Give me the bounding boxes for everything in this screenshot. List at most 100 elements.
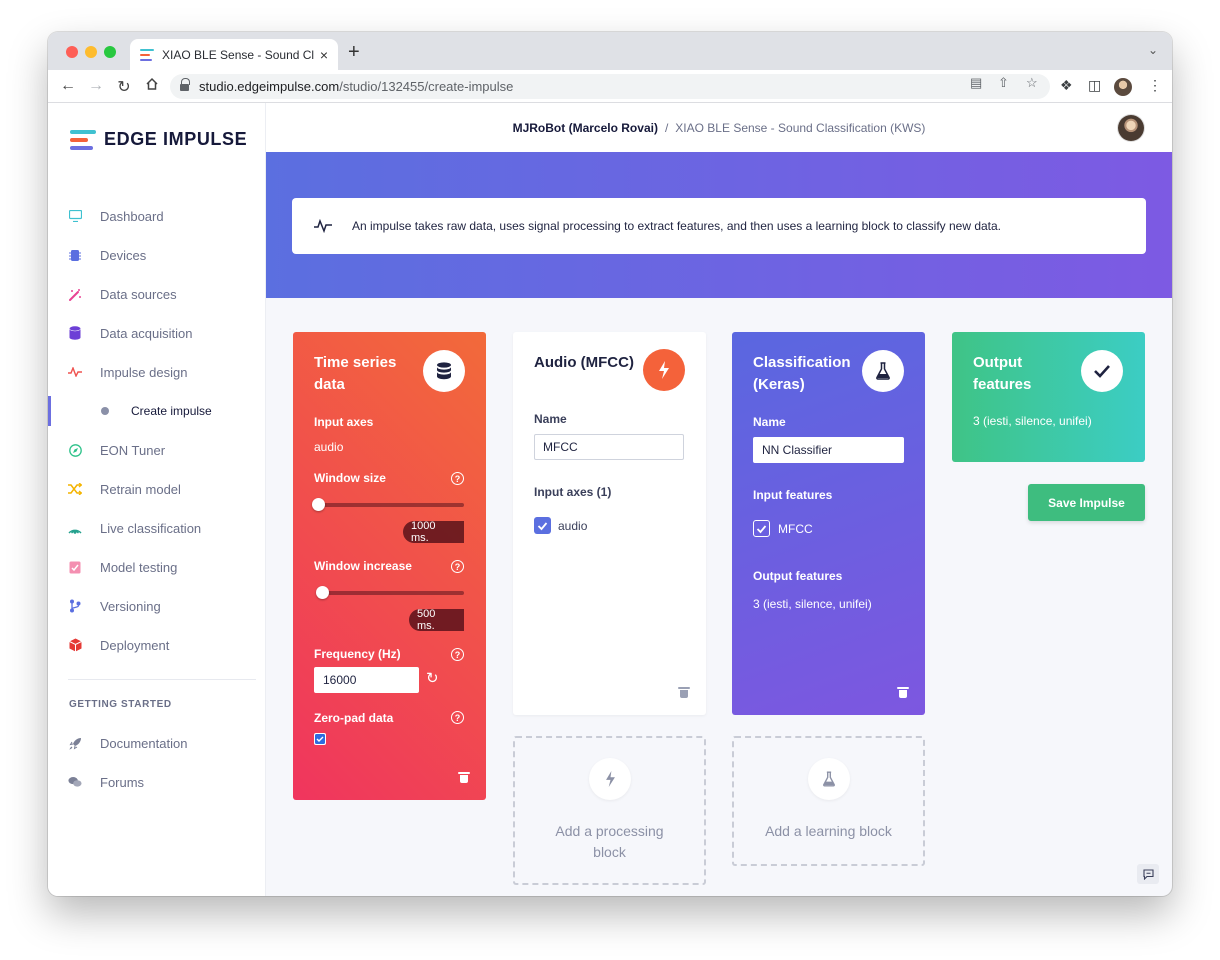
zero-pad-label: Zero-pad data [314,711,394,725]
database-icon [423,350,465,392]
user-avatar[interactable] [1118,115,1144,141]
side-panel-icon[interactable]: ◫ [1088,77,1101,94]
sidebar-item-label: Documentation [100,735,188,751]
sidebar-item-devices[interactable]: Devices [48,240,266,270]
sidebar-section-heading: GETTING STARTED [69,699,172,710]
sidebar-item-label: Forums [100,774,145,790]
rocket-icon [68,736,82,750]
forward-arrow-icon[interactable]: → [86,77,106,95]
window-size-slider-handle[interactable] [312,498,325,511]
pulse-icon [68,365,82,379]
browser-profile-avatar[interactable] [1114,78,1132,96]
sidebar-item-label: Deployment [100,637,170,653]
tab-close-icon[interactable]: × [320,47,328,63]
card-title-line: features [973,376,1032,393]
browser-tab[interactable]: XIAO BLE Sense - Sound Class × [130,39,338,70]
breadcrumb-user[interactable]: MJRoBot (Marcelo Rovai) [513,121,658,135]
help-circle-icon[interactable]: ? [451,472,464,485]
sidebar-item-label: Devices [100,247,147,263]
back-arrow-icon[interactable]: ← [58,77,78,95]
home-icon[interactable] [142,77,162,96]
delete-trash-icon[interactable] [897,687,909,698]
compass-icon [68,443,82,457]
tab-search-chevron-icon[interactable]: ⌄ [1148,43,1158,57]
add-learning-text: Add a learning block [765,823,892,839]
output-features-card: Output features 3 (iesti, silence, unife… [952,332,1145,462]
sidebar-item-label: Live classification [100,520,202,536]
help-circle-icon[interactable]: ? [451,560,464,573]
translate-icon[interactable]: ▤ [970,75,982,91]
branch-icon [68,599,82,613]
sidebar-item-impulse-design[interactable]: Impulse design [48,357,266,387]
window-size-slider-track[interactable] [317,503,464,507]
browser-window: XIAO BLE Sense - Sound Class × + ⌄ ← → ↻… [48,32,1172,896]
browser-menu-icon[interactable]: ⋮ [1148,77,1162,94]
delete-trash-icon[interactable] [678,687,690,698]
zero-pad-checkbox[interactable] [314,733,326,745]
reset-frequency-icon[interactable]: ↻ [426,669,439,687]
add-processing-text: Add a processing [555,823,664,839]
save-impulse-button[interactable]: Save Impulse [1028,484,1145,521]
new-tab-button[interactable]: + [348,41,360,64]
monitor-icon [68,209,82,223]
mfcc-feature-checkbox[interactable] [753,520,770,537]
pulse-icon [314,219,332,233]
address-bar[interactable]: studio.edgeimpulse.com/studio/132455/cre… [170,74,1050,99]
learning-name-input[interactable]: NN Classifier [753,437,904,463]
url-host: studio.edgeimpulse.com [199,79,340,94]
share-icon[interactable]: ⇧ [998,75,1009,91]
card-title-line: (Keras) [753,376,805,393]
sidebar-item-deployment[interactable]: Deployment [48,630,266,660]
edge-impulse-logo[interactable]: EDGE IMPULSE [70,129,247,150]
sidebar-item-retrain-model[interactable]: Retrain model [48,474,266,504]
sidebar-item-label: Impulse design [100,364,188,380]
sidebar-item-dashboard[interactable]: Dashboard [48,201,266,231]
sidebar-item-label: Retrain model [100,481,181,497]
bullet-icon [101,407,109,415]
window-increase-slider-track[interactable] [317,591,464,595]
lock-icon [180,77,190,92]
sidebar-item-data-sources[interactable]: Data sources [48,279,266,309]
card-title: Audio (MFCC) [534,354,634,371]
sidebar-item-data-acquisition[interactable]: Data acquisition [48,318,266,348]
sidebar-item-model-testing[interactable]: Model testing [48,552,266,582]
reload-icon[interactable]: ↻ [114,77,134,97]
help-circle-icon[interactable]: ? [451,648,464,661]
sidebar-item-forums[interactable]: Forums [48,767,266,797]
window-increase-slider-handle[interactable] [316,586,329,599]
minimize-window-button[interactable] [85,46,97,58]
sidebar-divider [68,679,256,680]
add-learning-block-button[interactable]: Add a learning block [732,736,925,866]
zoom-window-button[interactable] [104,46,116,58]
sidebar-item-label: Data acquisition [100,325,193,341]
sidebar-item-eon-tuner[interactable]: EON Tuner [48,435,266,465]
add-processing-text: block [593,844,626,860]
clipboard-check-icon [68,560,82,574]
sidebar-subitem-create-impulse[interactable]: Create impulse [48,396,266,426]
breadcrumb-project: XIAO BLE Sense - Sound Classification (K… [675,120,926,135]
add-processing-block-button[interactable]: Add a processing block [513,736,706,885]
name-label: Name [753,415,786,429]
help-circle-icon[interactable]: ? [451,711,464,724]
signal-icon [68,521,82,535]
impulse-info-box: An impulse takes raw data, uses signal p… [292,198,1146,254]
card-title: Time series data [314,352,396,396]
feedback-icon[interactable] [1137,864,1159,884]
audio-axis-checkbox[interactable] [534,517,551,534]
learning-block-card: Classification (Keras) Name NN Classifie… [732,332,925,715]
sidebar-item-documentation[interactable]: Documentation [48,728,266,758]
extensions-puzzle-icon[interactable]: ❖ [1060,77,1073,94]
processing-name-input[interactable]: MFCC [534,434,684,460]
frequency-input[interactable]: 16000 [314,667,419,693]
shuffle-icon [68,482,82,496]
url-path: /studio/132455/create-impulse [339,79,514,94]
bookmark-star-icon[interactable]: ☆ [1026,75,1038,91]
time-series-data-card: Time series data Input axes audio Window… [293,332,486,800]
close-window-button[interactable] [66,46,78,58]
sidebar-item-versioning[interactable]: Versioning [48,591,266,621]
mfcc-feature-label: MFCC [778,522,813,536]
input-features-label: Input features [753,488,833,502]
delete-trash-icon[interactable] [458,772,470,783]
sidebar-item-live-classification[interactable]: Live classification [48,513,266,543]
logo-text: EDGE IMPULSE [104,129,248,149]
